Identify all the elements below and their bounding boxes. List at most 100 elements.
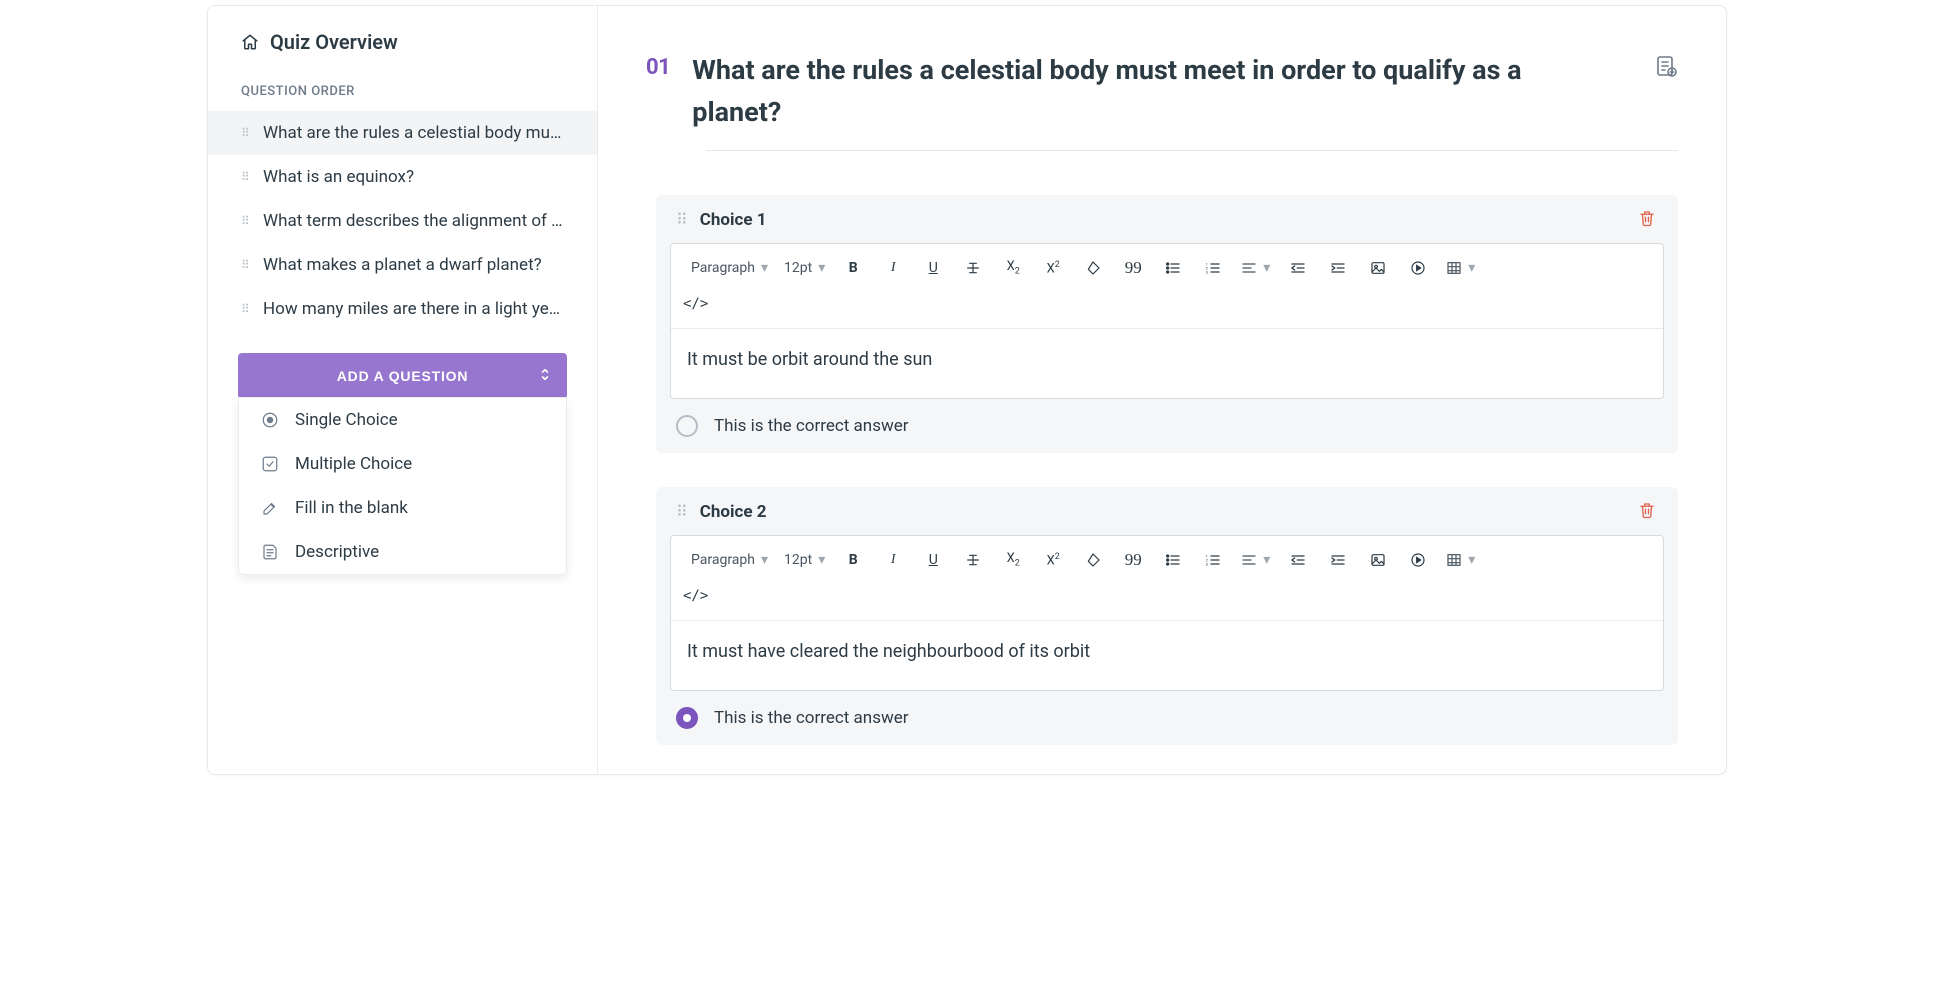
code-icon: </> [683,588,708,604]
underline-icon: U [929,552,938,568]
chevron-down-icon: ▾ [1468,260,1475,276]
note-icon [261,543,279,561]
quiz-overview-link[interactable]: Quiz Overview [208,30,597,76]
rte-style-select[interactable]: Paragraph▾ [683,250,776,286]
question-list-item-label: What is an equinox? [263,167,569,187]
align-icon [1241,260,1257,276]
italic-icon: I [891,260,896,276]
drag-handle-icon[interactable]: ⠿ [676,502,688,521]
question-list-item-label: What are the rules a celestial body mu… [263,123,569,143]
rte-subscript-button[interactable]: X2 [993,250,1033,286]
choice-card: ⠿ Choice 2 Paragraph▾ 12pt▾ B I U X2 [656,487,1678,745]
choice-text-input[interactable]: It must have cleared the neighbourbood o… [671,621,1663,690]
drag-handle-icon[interactable]: ⠿ [676,210,688,229]
rte-size-select[interactable]: 12pt▾ [776,542,833,578]
rte-table-button[interactable]: ▾ [1438,250,1483,286]
rte-underline-button[interactable]: U [913,250,953,286]
question-type-dropdown: Single Choice Multiple Choice Fill in th… [238,397,567,575]
rte-align-button[interactable]: ▾ [1233,542,1278,578]
bullet-list-icon [1165,552,1181,568]
question-list-item[interactable]: ⠿ What is an equinox? [208,155,597,199]
rte-toolbar: Paragraph▾ 12pt▾ B I U X2 X2 99 123 ▾ [671,536,1663,621]
chevron-down-icon: ▾ [818,260,825,276]
quote-icon: 99 [1125,258,1142,278]
rte-size-select[interactable]: 12pt ▾ [776,250,833,286]
choice-header: ⠿ Choice 2 [656,487,1678,535]
add-question-wrap: ADD A QUESTION Single Choice Multiple Ch… [208,331,597,399]
bold-icon: B [849,260,858,276]
rte-clear-format-button[interactable] [1073,250,1113,286]
question-type-single-choice[interactable]: Single Choice [239,398,566,442]
choice-header: ⠿ Choice 1 [656,195,1678,243]
delete-choice-button[interactable] [1638,209,1656,231]
question-list-item[interactable]: ⠿ What term describes the alignment of … [208,199,597,243]
choice-label: Choice 2 [700,502,1638,522]
rte-code-button[interactable]: </> [683,286,1651,322]
choice-text-input[interactable]: It must be orbit around the sun [671,329,1663,398]
rte-superscript-button[interactable]: X2 [1033,542,1073,578]
rte-bold-button[interactable]: B [833,542,873,578]
rte-outdent-button[interactable] [1278,542,1318,578]
correct-answer-label: This is the correct answer [714,708,909,728]
choice-card: ⠿ Choice 1 Paragraph▾ 12pt ▾ B I U X2 [656,195,1678,453]
number-list-icon: 123 [1205,260,1221,276]
question-type-label: Multiple Choice [295,454,412,474]
question-title[interactable]: What are the rules a celestial body must… [692,50,1562,134]
rte-underline-button[interactable]: U [913,542,953,578]
question-list-item[interactable]: ⠿ What are the rules a celestial body mu… [208,111,597,155]
rte-image-button[interactable] [1358,542,1398,578]
rte-strike-button[interactable] [953,542,993,578]
choices-container: ⠿ Choice 1 Paragraph▾ 12pt ▾ B I U X2 [646,195,1678,745]
rte-strike-button[interactable] [953,250,993,286]
add-question-button[interactable]: ADD A QUESTION [238,353,567,399]
rte-subscript-button[interactable]: X2 [993,542,1033,578]
add-to-bank-button[interactable] [1654,50,1678,82]
question-list-item[interactable]: ⠿ How many miles are there in a light ye… [208,287,597,331]
rte-code-button[interactable]: </> [683,578,1651,614]
drag-handle-icon[interactable]: ⠿ [241,259,251,271]
question-type-multiple-choice[interactable]: Multiple Choice [239,442,566,486]
rte-indent-button[interactable] [1318,250,1358,286]
rte-italic-button[interactable]: I [873,250,913,286]
delete-choice-button[interactable] [1638,501,1656,523]
rte-italic-button[interactable]: I [873,542,913,578]
rte-superscript-button[interactable]: X2 [1033,250,1073,286]
rte-quote-button[interactable]: 99 [1113,250,1153,286]
correct-answer-radio[interactable] [676,415,698,437]
rte-image-button[interactable] [1358,250,1398,286]
indent-icon [1330,260,1346,276]
question-list-item[interactable]: ⠿ What makes a planet a dwarf planet? [208,243,597,287]
rte-media-button[interactable] [1398,542,1438,578]
drag-handle-icon[interactable]: ⠿ [241,303,251,315]
rte-size-label: 12pt [784,260,812,276]
image-icon [1370,552,1386,568]
rte-clear-format-button[interactable] [1073,542,1113,578]
question-type-fill-blank[interactable]: Fill in the blank [239,486,566,530]
rte-bullet-list-button[interactable] [1153,250,1193,286]
rte-bold-button[interactable]: B [833,250,873,286]
rte-table-button[interactable]: ▾ [1438,542,1483,578]
question-type-descriptive[interactable]: Descriptive [239,530,566,574]
divider [706,150,1678,151]
rte-toolbar: Paragraph▾ 12pt ▾ B I U X2 X2 99 123 ▾ [671,244,1663,329]
checkbox-icon [261,455,279,473]
rte-quote-button[interactable]: 99 [1113,542,1153,578]
correct-answer-radio[interactable] [676,707,698,729]
rte-style-select[interactable]: Paragraph▾ [683,542,776,578]
rte-number-list-button[interactable]: 123 [1193,250,1233,286]
rte-outdent-button[interactable] [1278,250,1318,286]
drag-handle-icon[interactable]: ⠿ [241,127,251,139]
strike-icon [965,260,981,276]
choice-footer: This is the correct answer [656,399,1678,453]
rte-bullet-list-button[interactable] [1153,542,1193,578]
rte-number-list-button[interactable]: 123 [1193,542,1233,578]
home-icon [241,33,259,51]
radio-icon [261,411,279,429]
outdent-icon [1290,260,1306,276]
rte-indent-button[interactable] [1318,542,1358,578]
drag-handle-icon[interactable]: ⠿ [241,215,251,227]
rte-align-button[interactable]: ▾ [1233,250,1278,286]
rte-media-button[interactable] [1398,250,1438,286]
add-question-label: ADD A QUESTION [337,368,469,384]
drag-handle-icon[interactable]: ⠿ [241,171,251,183]
